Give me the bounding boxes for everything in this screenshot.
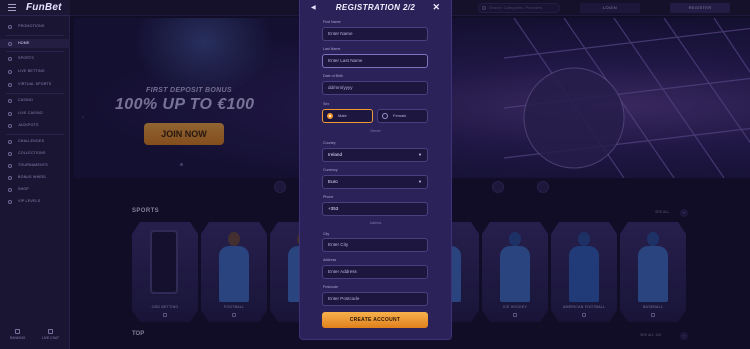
cards-icon xyxy=(8,98,12,103)
sex-hint: Gender xyxy=(370,129,381,133)
divider xyxy=(6,35,64,36)
sidebar-item-label: BONUS WHEEL xyxy=(18,175,47,179)
ranking-button[interactable]: RANKING xyxy=(0,329,35,340)
chat-icon xyxy=(48,329,53,334)
radio-icon xyxy=(382,113,388,119)
sex-label: Sex xyxy=(323,102,330,106)
first-name-field[interactable]: Enter Name xyxy=(322,27,428,41)
sidebar-item-label: LIVE CASINO xyxy=(18,111,43,115)
trophy-icon xyxy=(8,163,12,168)
dealer-icon xyxy=(8,111,12,116)
phone-label: Phone xyxy=(323,195,334,199)
postcode-field[interactable]: Enter Postcode xyxy=(322,292,428,306)
country-label: Country xyxy=(323,141,336,145)
ball-icon xyxy=(8,56,12,61)
sidebar-item-sports[interactable]: SPORTS xyxy=(0,54,70,63)
collection-icon xyxy=(8,151,12,156)
gender-female-option[interactable]: Female xyxy=(377,109,428,123)
registration-modal: ◀ REGISTRATION 2/2 ✕ First Name Enter Na… xyxy=(299,0,452,340)
target-icon xyxy=(8,139,12,144)
sidebar-item-label: COLLECTIONS xyxy=(18,151,46,155)
sidebar-item-home[interactable]: HOME xyxy=(0,39,70,48)
ranking-icon xyxy=(15,329,20,334)
modal-title: REGISTRATION 2/2 xyxy=(335,3,416,12)
home-icon xyxy=(8,41,12,46)
currency-value: Euro xyxy=(328,179,338,184)
chevron-down-icon: ▼ xyxy=(418,179,422,184)
city-field[interactable]: Enter City xyxy=(322,238,428,252)
sidebar-item-label: JACKPOTS xyxy=(18,123,39,127)
sidebar-item-label: HOME xyxy=(18,41,30,45)
sidebar-item-jackpots[interactable]: JACKPOTS xyxy=(0,121,70,130)
first-name-label: First Name xyxy=(323,20,341,24)
sidebar-item-tournaments[interactable]: TOURNAMENTS xyxy=(0,161,70,170)
divider xyxy=(6,134,64,135)
country-select[interactable]: Ireland ▼ xyxy=(322,148,428,162)
female-label: Female xyxy=(393,113,407,118)
dob-label: Date of Birth xyxy=(323,74,343,78)
address-field[interactable]: Enter Address xyxy=(322,265,428,279)
sidebar-item-collections[interactable]: COLLECTIONS xyxy=(0,149,70,158)
sidebar-item-live-betting[interactable]: LIVE BETTING xyxy=(0,67,70,76)
live-chat-label: LIVE CHAT xyxy=(41,336,60,340)
sidebar-item-label: VIRTUAL SPORTS xyxy=(18,82,52,86)
sidebar-item-label: SHOP xyxy=(18,187,29,191)
sidebar-item-bonus-wheel[interactable]: BONUS WHEEL xyxy=(0,173,70,182)
sidebar-item-label: PROMOTIONS xyxy=(18,24,45,28)
address-label: Address xyxy=(323,258,337,262)
sidebar: PROMOTIONS HOME SPORTS LIVE BETTING VIRT… xyxy=(0,16,70,349)
sidebar-item-live-casino[interactable]: LIVE CASINO xyxy=(0,109,70,118)
sidebar-item-label: SPORTS xyxy=(18,56,34,60)
postcode-label: Postcode xyxy=(323,285,338,289)
sidebar-item-label: LIVE BETTING xyxy=(18,69,45,73)
currency-label: Currency xyxy=(323,168,338,172)
sidebar-item-label: CHALLENGES xyxy=(18,139,45,143)
virtual-icon xyxy=(8,82,12,87)
address-section-hint: Address xyxy=(369,221,382,225)
ranking-label: RANKING xyxy=(9,336,26,340)
jackpot-icon xyxy=(8,123,12,128)
wheel-icon xyxy=(8,175,12,180)
male-label: Male xyxy=(338,113,347,118)
last-name-label: Last Name xyxy=(323,47,341,51)
city-label: City xyxy=(323,232,330,236)
chevron-down-icon: ▼ xyxy=(418,152,422,157)
live-chat-button[interactable]: LIVE CHAT xyxy=(33,329,68,340)
sidebar-item-challenges[interactable]: CHALLENGES xyxy=(0,137,70,146)
date-of-birth-field[interactable]: dd/mm/yyyy xyxy=(322,81,428,95)
gift-icon xyxy=(8,24,12,29)
sidebar-item-label: CASINO xyxy=(18,98,33,102)
phone-field[interactable]: +353 xyxy=(322,202,428,216)
close-icon[interactable]: ✕ xyxy=(432,2,440,13)
radio-selected-icon xyxy=(327,113,333,119)
last-name-field[interactable]: Enter Last Name xyxy=(322,54,428,68)
create-account-button[interactable]: CREATE ACCOUNT xyxy=(322,312,428,328)
sidebar-item-promotions[interactable]: PROMOTIONS xyxy=(0,22,70,31)
hamburger-menu-icon[interactable] xyxy=(8,4,16,11)
sidebar-item-casino[interactable]: CASINO xyxy=(0,96,70,105)
shop-icon xyxy=(8,187,12,192)
sidebar-item-label: VIP LEVELS xyxy=(18,199,41,203)
divider xyxy=(6,51,64,52)
sidebar-item-virtual-sports[interactable]: VIRTUAL SPORTS xyxy=(0,80,70,89)
crown-icon xyxy=(8,199,12,204)
sidebar-item-shop[interactable]: SHOP xyxy=(0,185,70,194)
sidebar-item-vip-levels[interactable]: VIP LEVELS xyxy=(0,197,70,206)
live-icon xyxy=(8,69,12,74)
country-value: Ireland xyxy=(328,152,343,157)
divider xyxy=(6,93,64,94)
logo[interactable]: FunBet xyxy=(26,2,62,13)
currency-select[interactable]: Euro ▼ xyxy=(322,175,428,189)
sidebar-item-label: TOURNAMENTS xyxy=(18,163,48,167)
gender-male-option[interactable]: Male xyxy=(322,109,373,123)
